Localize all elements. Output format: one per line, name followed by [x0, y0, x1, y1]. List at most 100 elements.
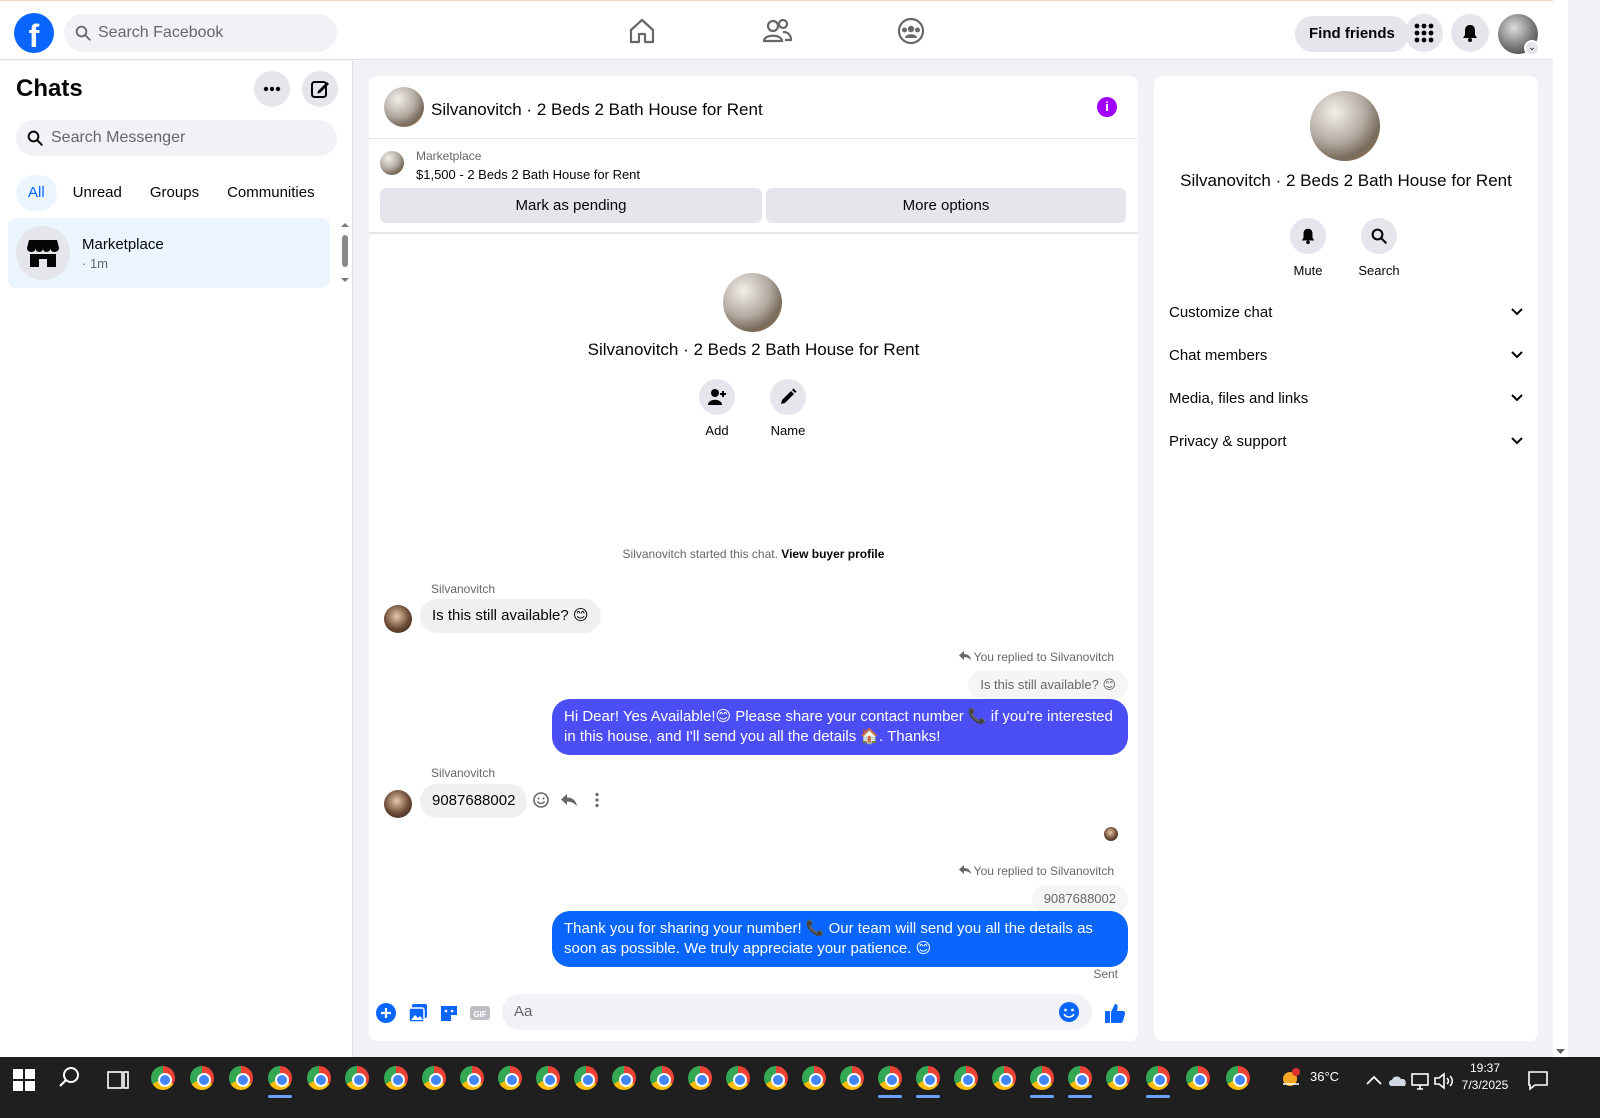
- chrome-taskbar-icon[interactable]: [229, 1066, 253, 1090]
- home-icon[interactable]: [626, 15, 658, 47]
- chrome-taskbar-icon[interactable]: [1030, 1066, 1054, 1090]
- filter-all[interactable]: All: [16, 175, 57, 211]
- more-options-button[interactable]: More options: [766, 188, 1126, 223]
- incoming-message[interactable]: Is this still available? 😊: [420, 599, 601, 633]
- page-scrollbar[interactable]: [1553, 0, 1568, 1057]
- quoted-message[interactable]: 9087688002: [1031, 885, 1128, 913]
- chrome-taskbar-icon[interactable]: [498, 1066, 522, 1090]
- messenger-search-input[interactable]: Search Messenger: [16, 120, 337, 156]
- listing-title[interactable]: $1,500 - 2 Beds 2 Bath House for Rent: [416, 167, 640, 182]
- groups-icon[interactable]: [895, 15, 927, 47]
- chrome-taskbar-icon[interactable]: [536, 1066, 560, 1090]
- chrome-taskbar-icon[interactable]: [764, 1066, 788, 1090]
- sidebar-scrollbar[interactable]: [340, 221, 350, 285]
- photo-icon[interactable]: [407, 1002, 429, 1024]
- chrome-taskbar-icon[interactable]: [840, 1066, 864, 1090]
- notifications-button[interactable]: [1451, 14, 1489, 52]
- volume-icon[interactable]: [1432, 1069, 1456, 1093]
- view-buyer-profile-link[interactable]: View buyer profile: [781, 547, 884, 561]
- filter-groups[interactable]: Groups: [138, 175, 211, 211]
- menu-grid-icon: [1414, 23, 1434, 43]
- message-input[interactable]: Aa: [502, 994, 1092, 1030]
- chrome-taskbar-icon[interactable]: [992, 1066, 1016, 1090]
- filter-communities[interactable]: Communities: [215, 175, 327, 211]
- chrome-taskbar-icon[interactable]: [384, 1066, 408, 1090]
- add-people-button[interactable]: Add: [687, 379, 747, 438]
- chrome-taskbar-icon[interactable]: [1068, 1066, 1092, 1090]
- more-vertical-icon[interactable]: [588, 791, 606, 809]
- plus-circle-icon[interactable]: [375, 1002, 397, 1024]
- gif-icon[interactable]: GIF: [469, 1002, 491, 1024]
- friends-icon[interactable]: [761, 15, 793, 47]
- reply-icon[interactable]: [560, 791, 578, 809]
- sender-avatar[interactable]: [384, 605, 412, 633]
- menu-grid-button[interactable]: [1405, 14, 1443, 52]
- clock-time[interactable]: 19:37: [1458, 1061, 1512, 1075]
- info-icon[interactable]: i: [1097, 97, 1117, 117]
- thumbs-up-icon[interactable]: [1104, 1002, 1126, 1024]
- search-icon[interactable]: [58, 1065, 82, 1089]
- edit-name-button[interactable]: Name: [758, 379, 818, 438]
- chats-options-button[interactable]: [254, 71, 290, 107]
- quoted-message[interactable]: Is this still available? 😊: [968, 671, 1128, 699]
- chrome-taskbar-icon[interactable]: [422, 1066, 446, 1090]
- chrome-taskbar-icon[interactable]: [878, 1066, 902, 1090]
- find-friends-button[interactable]: Find friends: [1295, 16, 1409, 52]
- chat-members-section[interactable]: Chat members: [1169, 347, 1523, 371]
- weather-icon[interactable]: [1279, 1067, 1303, 1091]
- chrome-taskbar-icon[interactable]: [460, 1066, 484, 1090]
- chrome-taskbar-icon[interactable]: [1226, 1066, 1250, 1090]
- chat-time: · 1m: [82, 256, 108, 271]
- react-emoji-icon[interactable]: [532, 791, 550, 809]
- network-icon[interactable]: [1409, 1069, 1433, 1093]
- windows-start-icon[interactable]: [12, 1068, 36, 1092]
- chrome-taskbar-icon[interactable]: [268, 1066, 292, 1090]
- chrome-taskbar-icon[interactable]: [151, 1066, 175, 1090]
- facebook-search-input[interactable]: Search Facebook: [64, 14, 337, 52]
- outgoing-message[interactable]: Thank you for sharing your number! 📞 Our…: [552, 911, 1128, 967]
- chrome-taskbar-icon[interactable]: [190, 1066, 214, 1090]
- mark-as-pending-button[interactable]: Mark as pending: [380, 188, 762, 223]
- facebook-logo[interactable]: f: [14, 13, 54, 53]
- notification-center-icon[interactable]: [1526, 1068, 1550, 1092]
- incoming-message[interactable]: 9087688002: [420, 784, 528, 818]
- chrome-taskbar-icon[interactable]: [688, 1066, 712, 1090]
- mute-button[interactable]: Mute: [1273, 218, 1343, 278]
- listing-thumbnail[interactable]: [380, 151, 404, 175]
- chevron-down-icon: ⌄: [1524, 40, 1540, 56]
- onedrive-icon[interactable]: [1386, 1069, 1410, 1093]
- message-composer: GIF Aa: [369, 993, 1138, 1033]
- new-message-button[interactable]: [302, 71, 338, 107]
- chat-list-item-marketplace[interactable]: Marketplace · 1m: [8, 218, 330, 288]
- temperature[interactable]: 36°C: [1310, 1069, 1339, 1084]
- chrome-taskbar-icon[interactable]: [307, 1066, 331, 1090]
- task-view-icon[interactable]: [106, 1068, 130, 1092]
- privacy-support-section[interactable]: Privacy & support: [1169, 433, 1523, 457]
- chrome-taskbar-icon[interactable]: [1106, 1066, 1130, 1090]
- filter-unread[interactable]: Unread: [61, 175, 134, 211]
- chrome-taskbar-icon[interactable]: [650, 1066, 674, 1090]
- search-in-conversation-button[interactable]: Search: [1344, 218, 1414, 278]
- account-avatar[interactable]: ⌄: [1498, 14, 1540, 56]
- chrome-taskbar-icon[interactable]: [1146, 1066, 1170, 1090]
- clock-date[interactable]: 7/3/2025: [1458, 1078, 1512, 1092]
- emoji-icon[interactable]: [1058, 1001, 1080, 1023]
- conversation-avatar[interactable]: [384, 87, 424, 127]
- conversation-title[interactable]: Silvanovitch · 2 Beds 2 Bath House for R…: [431, 100, 763, 120]
- outgoing-message[interactable]: Hi Dear! Yes Available!😊 Please share yo…: [552, 699, 1128, 755]
- chrome-taskbar-icon[interactable]: [1186, 1066, 1210, 1090]
- intro-avatar: [723, 273, 782, 332]
- chrome-taskbar-icon[interactable]: [726, 1066, 750, 1090]
- chrome-taskbar-icon[interactable]: [954, 1066, 978, 1090]
- chrome-taskbar-icon[interactable]: [345, 1066, 369, 1090]
- sticker-icon[interactable]: [438, 1002, 460, 1024]
- chrome-taskbar-icon[interactable]: [574, 1066, 598, 1090]
- chrome-taskbar-icon[interactable]: [916, 1066, 940, 1090]
- chrome-taskbar-icon[interactable]: [802, 1066, 826, 1090]
- chevron-up-icon[interactable]: [1362, 1069, 1386, 1093]
- chat-started-text: Silvanovitch started this chat.: [622, 547, 778, 561]
- chrome-taskbar-icon[interactable]: [612, 1066, 636, 1090]
- media-files-links-section[interactable]: Media, files and links: [1169, 390, 1523, 414]
- customize-chat-section[interactable]: Customize chat: [1169, 304, 1523, 328]
- sender-avatar[interactable]: [384, 790, 412, 818]
